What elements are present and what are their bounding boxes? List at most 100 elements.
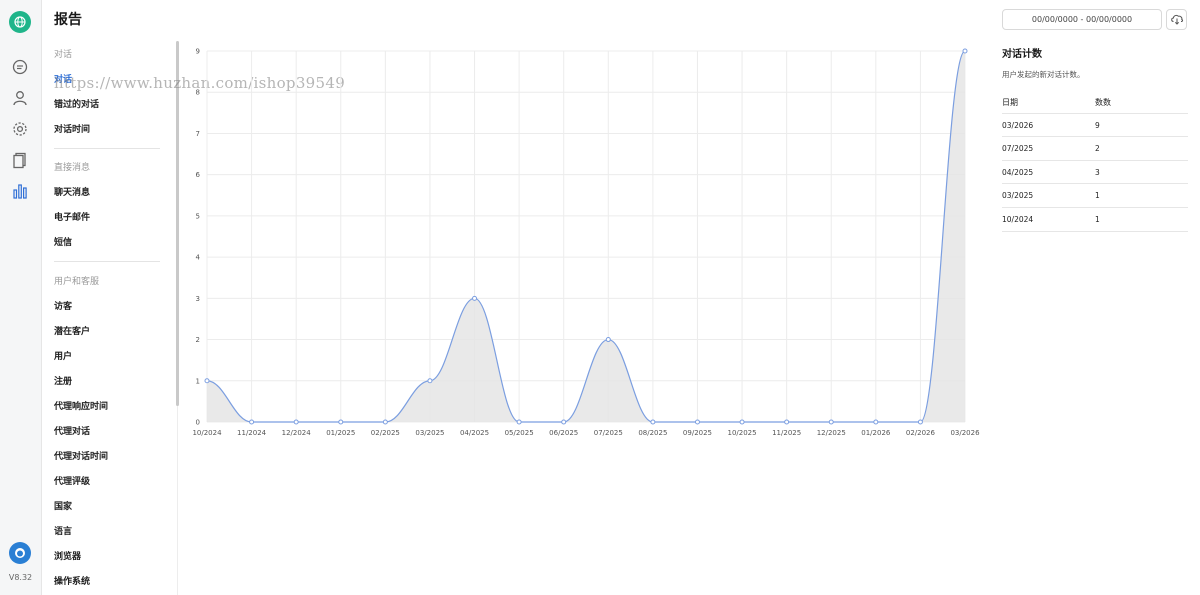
table-row: 03/2026 9 [1002,114,1188,138]
x-tick-label: 04/2025 [460,429,489,437]
row-date: 03/2026 [1002,120,1034,130]
x-tick-label: 01/2025 [326,429,355,437]
nav-item-email[interactable]: 电子邮件 [54,210,90,223]
data-point [917,419,923,425]
data-point [605,337,611,343]
x-tick-label: 09/2025 [683,429,712,437]
data-point [204,378,210,384]
cloud-download-icon [1170,10,1184,29]
documents-icon[interactable] [11,151,29,169]
row-date: 03/2025 [1002,191,1034,201]
y-tick-label: 7 [196,130,200,138]
x-tick-label: 02/2026 [906,429,936,437]
nav-item-countries[interactable]: 国家 [54,499,72,512]
column-header-count: 数数 [1095,98,1111,107]
data-point [516,419,522,425]
data-point [427,378,433,384]
nav-item-conversations[interactable]: 对话 [54,72,72,85]
chat-icon[interactable] [11,58,29,76]
version-label: V8.32 [8,573,33,582]
avatar[interactable] [9,542,31,564]
y-tick-label: 1 [196,377,200,385]
nav-item-missed-conversations[interactable]: 错过的对话 [54,97,99,110]
download-button[interactable] [1166,9,1187,30]
x-tick-label: 12/2025 [817,429,846,437]
nav-item-users[interactable]: 用户 [54,349,72,362]
x-tick-label: 11/2024 [237,429,267,437]
nav-item-sms[interactable]: 短信 [54,235,72,248]
data-point [873,419,879,425]
nav-item-agent-conversation-time[interactable]: 代理对话时间 [54,449,108,462]
nav-item-leads[interactable]: 潜在客户 [54,324,90,337]
data-point [962,48,968,54]
stats-title: 对话计数 [1002,49,1042,60]
nav-item-operating-systems[interactable]: 操作系统 [54,574,90,587]
y-tick-label: 2 [196,336,200,344]
x-tick-label: 07/2025 [594,429,623,437]
row-count: 1 [1095,191,1100,201]
y-tick-label: 0 [196,419,200,427]
page-title: 报告 [54,12,82,28]
row-count: 9 [1095,120,1100,130]
x-tick-label: 02/2025 [371,429,400,437]
icon-rail: V8.32 [0,0,42,595]
table-header: 日期 数数 [1002,90,1188,114]
x-tick-label: 03/2025 [415,429,444,437]
user-icon[interactable] [11,89,29,107]
stats-description: 用户发起的新对话计数。 [1002,70,1085,79]
nav-section-users-agents: 用户和客服 [54,277,100,287]
series-area [207,51,965,422]
x-tick-label: 05/2025 [505,429,534,437]
row-date: 10/2024 [1002,214,1034,224]
gear-icon[interactable] [11,120,29,138]
nav-section-conversations: 对话 [54,50,73,60]
data-point [472,295,478,301]
nav-item-registrations[interactable]: 注册 [54,374,72,387]
y-tick-label: 8 [196,89,200,97]
y-tick-label: 3 [196,295,200,303]
date-range-input[interactable]: 00/00/0000 - 00/00/0000 [1002,9,1162,30]
nav-item-visitors[interactable]: 访客 [54,299,72,312]
stats-table: 日期 数数 03/2026 9 07/2025 2 04/2025 3 03/2… [1002,90,1188,232]
data-point [293,419,299,425]
report-nav: 对话 对话 错过的对话 对话时间 直接消息 聊天消息 电子邮件 短信 用户和客服… [42,41,179,595]
table-row: 07/2025 2 [1002,137,1188,161]
x-tick-label: 01/2026 [861,429,891,437]
nav-item-agent-ratings[interactable]: 代理评级 [54,474,90,487]
x-tick-label: 11/2025 [772,429,801,437]
nav-item-chat-messages[interactable]: 聊天消息 [54,185,90,198]
table-row: 03/2025 1 [1002,184,1188,208]
x-tick-label: 10/2024 [192,429,222,437]
chart-icon[interactable] [11,182,29,200]
nav-scrollbar[interactable] [176,41,179,406]
chart-svg: 0 1 2 3 4 5 6 7 8 9 10/2024 11/2024 12/2024 01/2025 02… [192,48,980,438]
conversations-chart: 0 1 2 3 4 5 6 7 8 9 10/2024 11/2024 12/2024 01/2025 02… [180,40,980,440]
data-point [249,419,255,425]
row-count: 1 [1095,214,1100,224]
globe-icon[interactable] [9,11,31,33]
nav-divider [54,148,160,149]
y-tick-label: 9 [196,48,200,56]
x-tick-label: 06/2025 [549,429,578,437]
data-point [650,419,656,425]
x-tick-label: 12/2024 [282,429,312,437]
data-point [739,419,745,425]
data-point [561,419,567,425]
nav-item-agent-response-time[interactable]: 代理响应时间 [54,399,108,412]
nav-item-languages[interactable]: 语言 [54,524,72,537]
table-row: 10/2024 1 [1002,208,1188,232]
nav-item-agent-conversations[interactable]: 代理对话 [54,424,90,437]
table-row: 04/2025 3 [1002,161,1188,185]
nav-item-conversation-time[interactable]: 对话时间 [54,122,90,135]
nav-divider [54,261,160,262]
row-date: 07/2025 [1002,144,1034,154]
row-count: 3 [1095,167,1100,177]
y-tick-label: 4 [196,254,201,262]
row-date: 04/2025 [1002,167,1034,177]
nav-section-direct-messages: 直接消息 [54,163,91,173]
data-point [382,419,388,425]
y-tick-label: 5 [196,212,200,220]
nav-item-browsers[interactable]: 浏览器 [54,549,81,562]
data-point [828,419,834,425]
column-header-date: 日期 [1002,98,1018,107]
